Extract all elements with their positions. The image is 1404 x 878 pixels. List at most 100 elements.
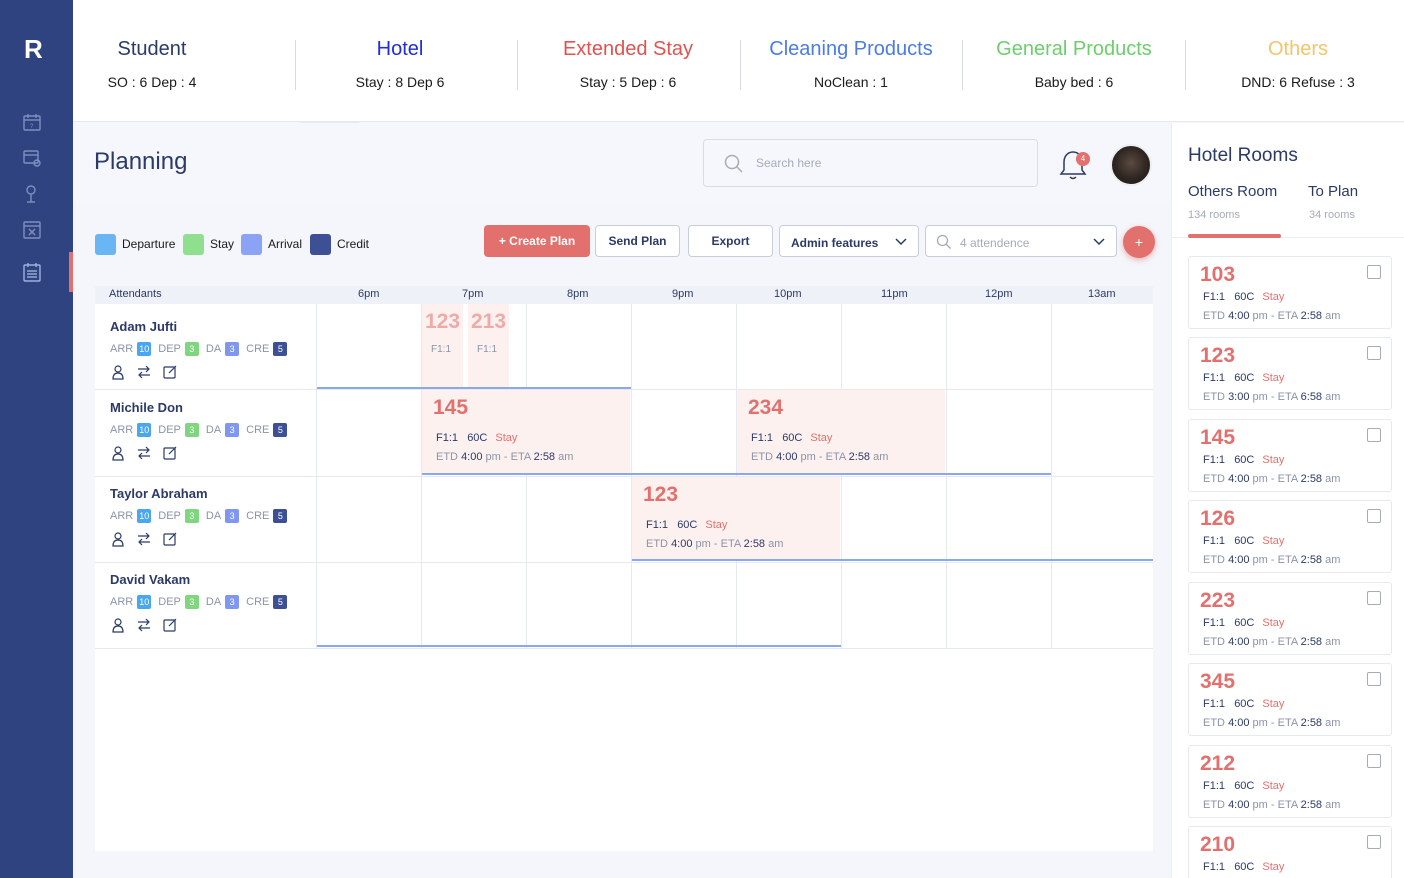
room-checkbox[interactable] — [1367, 672, 1381, 686]
user-icon[interactable] — [110, 531, 126, 547]
cancel-window-icon[interactable] — [22, 220, 42, 240]
booking-block[interactable]: 145 F1:1 60C Stay ETD 4:00 pm - ETA 2:58 … — [422, 390, 630, 475]
stat-general-products[interactable]: General Products Baby bed : 6 — [963, 38, 1185, 90]
user-icon[interactable] — [110, 617, 126, 633]
notification-badge: 4 — [1076, 152, 1090, 166]
edit-icon[interactable] — [162, 364, 178, 380]
room-checkbox[interactable] — [1367, 265, 1381, 279]
tab-count: 34 rooms — [1309, 209, 1355, 221]
room-checkbox[interactable] — [1367, 754, 1381, 768]
room-card[interactable]: 345 F1:1 60C Stay ETD 4:00 pm - ETA 2:58 … — [1188, 663, 1392, 736]
room-number: 345 — [1200, 670, 1236, 693]
tab-to-plan[interactable]: To Plan — [1308, 183, 1358, 200]
stat-title: Others — [1267, 38, 1329, 60]
attendant-actions — [110, 531, 320, 547]
legend-swatch — [95, 233, 116, 255]
room-card[interactable]: 212 F1:1 60C Stay ETD 4:00 pm - ETA 2:58 … — [1188, 745, 1392, 818]
legend-departure: Departure — [95, 233, 175, 255]
time-details: ETD 4:00 pm - ETA 2:58 am — [1203, 636, 1341, 648]
time-details: ETD 4:00 pm - ETA 2:58 am — [1203, 799, 1341, 811]
room-card[interactable]: 126 F1:1 60C Stay ETD 4:00 pm - ETA 2:58 … — [1188, 500, 1392, 573]
broom-icon[interactable] — [22, 184, 42, 204]
booking-block[interactable]: 234 F1:1 60C Stay ETD 4:00 pm - ETA 2:58 … — [737, 390, 945, 475]
legend-label: Credit — [337, 237, 370, 251]
edit-icon[interactable] — [162, 531, 178, 547]
room-settings-icon[interactable] — [22, 148, 42, 168]
room-number: 123 — [425, 310, 461, 333]
export-button[interactable]: Export — [688, 225, 773, 257]
room-card[interactable]: 123 F1:1 60C Stay ETD 3:00 pm - ETA 6:58 … — [1188, 337, 1392, 410]
room-checkbox[interactable] — [1367, 509, 1381, 523]
calendar-icon[interactable]: ? — [22, 112, 42, 132]
time-label: 12pm — [985, 288, 1013, 300]
edit-icon[interactable] — [162, 617, 178, 633]
user-icon[interactable] — [110, 364, 126, 380]
room-checkbox[interactable] — [1367, 346, 1381, 360]
attendant-name: Adam Jufti — [110, 319, 178, 334]
create-plan-button[interactable]: + Create Plan — [484, 225, 590, 257]
time-label: 7pm — [462, 288, 484, 300]
room-details: F1:1 60C Stay — [1203, 372, 1285, 384]
floor-label: F1:1 — [431, 344, 452, 355]
stat-student[interactable]: Student SO : 6 Dep : 4 — [41, 38, 263, 90]
attendant-row: Taylor Abraham ARR 10 DEP 3 DA 3 CRE 5 — [110, 486, 320, 547]
room-number: 212 — [1200, 752, 1236, 775]
time-label: 11pm — [881, 288, 908, 300]
attendant-tags: ARR 10 DEP 3 DA 3 CRE 5 — [110, 595, 320, 609]
add-button[interactable]: + — [1123, 226, 1155, 258]
swap-icon[interactable] — [136, 364, 152, 380]
legend-credit: Credit — [310, 233, 369, 255]
app-logo[interactable]: R — [24, 34, 43, 65]
send-plan-button[interactable]: Send Plan — [595, 225, 680, 257]
swap-icon[interactable] — [136, 531, 152, 547]
stat-extended-stay[interactable]: Extended Stay Stay : 5 Dep : 6 — [517, 38, 739, 90]
room-card[interactable]: 103 F1:1 60C Stay ETD 4:00 pm - ETA 2:58 … — [1188, 256, 1392, 329]
swap-icon[interactable] — [136, 445, 152, 461]
user-icon[interactable] — [110, 445, 126, 461]
select-label: 4 attendence — [960, 236, 1030, 250]
search-placeholder: Search here — [756, 156, 822, 170]
hotel-rooms-panel: Hotel Rooms Others Room 134 rooms To Pla… — [1171, 123, 1404, 878]
stat-cleaning-products[interactable]: Cleaning Products NoClean : 1 — [740, 38, 962, 90]
room-number: 223 — [1200, 589, 1236, 612]
room-card[interactable]: 145 F1:1 60C Stay ETD 4:00 pm - ETA 2:58 … — [1188, 419, 1392, 492]
attendant-name: David Vakam — [110, 572, 191, 587]
stat-hotel[interactable]: Hotel Stay : 8 Dep 6 — [289, 38, 511, 90]
room-checkbox[interactable] — [1367, 591, 1381, 605]
legend-label: Stay — [210, 237, 235, 251]
select-label: Admin features — [791, 236, 879, 250]
swap-icon[interactable] — [136, 617, 152, 633]
room-details: F1:1 60C Stay — [1203, 291, 1285, 303]
floor-label: F1:1 — [477, 344, 498, 355]
booking-block[interactable]: 123 F1:1 — [422, 304, 463, 388]
room-card[interactable]: 210 F1:1 60C Stay — [1188, 826, 1392, 878]
attendant-actions — [110, 364, 320, 380]
attendant-row: David Vakam ARR 10 DEP 3 DA 3 CRE 5 — [110, 572, 320, 633]
tab-others-room[interactable]: Others Room — [1188, 183, 1277, 200]
search-input[interactable]: Search here — [703, 139, 1038, 187]
room-checkbox[interactable] — [1367, 428, 1381, 442]
time-details: ETD 4:00 pm - ETA 2:58 am — [1203, 554, 1341, 566]
admin-features-select[interactable]: Admin features — [779, 225, 919, 257]
status-label: Stay — [810, 432, 833, 444]
planning-list-icon[interactable] — [22, 262, 42, 282]
user-avatar[interactable] — [1110, 144, 1152, 186]
legend-stay: Stay — [183, 233, 234, 255]
attendant-tags: ARR 10 DEP 3 DA 3 CRE 5 — [110, 342, 320, 356]
booking-block[interactable]: 213 F1:1 — [468, 304, 509, 388]
room-number: 123 — [643, 483, 679, 506]
booking-block[interactable]: 123 F1:1 60C Stay ETD 4:00 pm - ETA 2:58 … — [632, 477, 840, 561]
stat-title: Hotel — [376, 38, 424, 60]
stat-value: DND: 6 Refuse : 3 — [1241, 74, 1355, 90]
stat-others[interactable]: Others DND: 6 Refuse : 3 — [1187, 38, 1404, 90]
stat-title: Extended Stay — [562, 38, 694, 60]
room-number: 126 — [1200, 507, 1236, 530]
attendance-select[interactable]: 4 attendence — [925, 225, 1117, 257]
sidebar: R ? — [0, 0, 73, 878]
legend-swatch — [310, 233, 331, 255]
edit-icon[interactable] — [162, 445, 178, 461]
active-tab-indicator — [1188, 234, 1281, 238]
room-card[interactable]: 223 F1:1 60C Stay ETD 4:00 pm - ETA 2:58 … — [1188, 582, 1392, 655]
room-number: 210 — [1200, 833, 1236, 856]
room-checkbox[interactable] — [1367, 835, 1381, 849]
